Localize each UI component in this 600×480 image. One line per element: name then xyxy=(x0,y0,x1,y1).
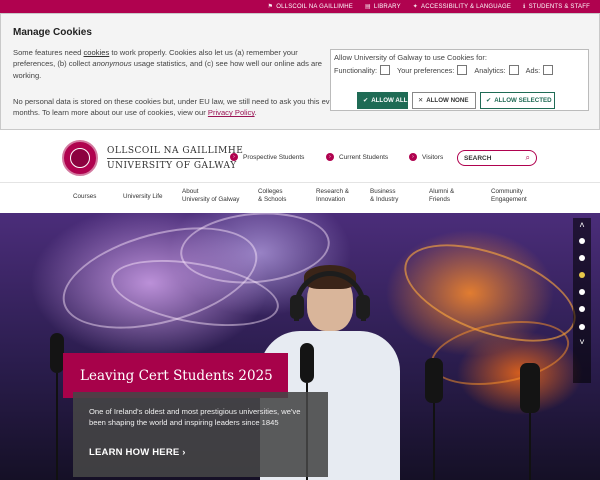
slide-dot[interactable] xyxy=(579,323,585,330)
nav-colleges[interactable]: Colleges & Schools xyxy=(258,188,286,204)
slide-dot[interactable] xyxy=(579,254,585,261)
topbar-link-irish[interactable]: ⚑ OLLSCOIL NA GAILLIMHE xyxy=(267,3,353,11)
logo-wordmark: OLLSCOIL NA GAILLIMHE UNIVERSITY OF GALW… xyxy=(107,145,244,171)
hero-description: One of Ireland's oldest and most prestig… xyxy=(89,407,301,428)
microphone-icon xyxy=(300,343,314,383)
topbar-link-accessibility[interactable]: ✦ ACCESSIBILITY & LANGUAGE xyxy=(412,3,511,11)
cookies-link[interactable]: cookies xyxy=(84,48,110,57)
check-icon: ✔ xyxy=(486,97,492,104)
allow-selected-button[interactable]: ✔ ALLOW SELECTED xyxy=(480,92,555,109)
language-icon: ⚑ xyxy=(267,4,274,10)
search-input[interactable] xyxy=(464,154,519,162)
allow-all-button[interactable]: ✔ ALLOW ALL xyxy=(357,92,408,109)
allow-none-button[interactable]: ✕ ALLOW NONE xyxy=(412,92,476,109)
quick-link-current[interactable]: › Current Students xyxy=(326,153,388,161)
chevron-right-icon: › xyxy=(326,153,334,161)
university-seal-icon xyxy=(62,140,98,176)
quick-link-visitors[interactable]: › Visitors xyxy=(409,153,443,161)
cookie-title: Manage Cookies xyxy=(13,27,92,38)
slide-dot-active[interactable] xyxy=(579,271,585,278)
cookie-buttons: ✔ ALLOW ALL ✕ ALLOW NONE ✔ ALLOW SELECTED xyxy=(357,92,555,109)
nav-research[interactable]: Research & Innovation xyxy=(316,188,349,204)
cookie-options-box: Allow University of Galway to use Cookie… xyxy=(330,49,589,111)
accessibility-icon: ✦ xyxy=(412,4,419,10)
hero-slider-controls: ˄ ˅ xyxy=(573,218,591,383)
nav-community[interactable]: Community Engagement xyxy=(491,188,527,204)
main-nav: Courses University Life About University… xyxy=(0,182,600,212)
chevron-up-icon[interactable]: ˄ xyxy=(579,218,584,232)
analytics-checkbox[interactable] xyxy=(508,65,519,75)
chevron-right-icon: › xyxy=(182,447,186,458)
cookie-privacy-note: No personal data is stored on these cook… xyxy=(13,97,347,118)
chevron-down-icon[interactable]: ˅ xyxy=(579,335,584,349)
cookie-description: Some features need cookies to work prope… xyxy=(13,48,322,80)
slide-dot[interactable] xyxy=(579,306,585,313)
nav-about[interactable]: About University of Galway xyxy=(182,188,239,204)
nav-alumni[interactable]: Alumni & Friends xyxy=(429,188,454,204)
slide-dot[interactable] xyxy=(579,237,585,244)
nav-business[interactable]: Business & Industry xyxy=(370,188,398,204)
microphone-icon xyxy=(50,333,64,373)
nav-university-life[interactable]: University Life xyxy=(123,193,163,201)
chevron-right-icon: › xyxy=(409,153,417,161)
microphone-icon xyxy=(425,358,443,403)
chevron-right-icon: › xyxy=(230,153,238,161)
top-utility-bar: ⚑ OLLSCOIL NA GAILLIMHE ▤ LIBRARY ✦ ACCESSI… xyxy=(0,0,600,13)
privacy-policy-link[interactable]: Privacy Policy xyxy=(208,108,255,117)
learn-how-here-link[interactable]: LEARN HOW HERE › xyxy=(89,447,186,458)
cookie-banner: Manage Cookies Some features need cookie… xyxy=(0,13,600,130)
slide-dot[interactable] xyxy=(579,289,585,296)
search-icon[interactable]: ⌕ xyxy=(526,153,530,163)
ads-checkbox[interactable] xyxy=(543,65,554,75)
functionality-checkbox[interactable] xyxy=(380,65,390,75)
search-box: ⌕ xyxy=(457,150,537,166)
hero-title: Leaving Cert Students 2025 xyxy=(80,367,273,384)
cookie-options-title: Allow University of Galway to use Cookie… xyxy=(334,53,487,62)
preferences-checkbox[interactable] xyxy=(457,65,468,75)
microphone-icon xyxy=(520,363,540,413)
info-icon: ℹ xyxy=(523,4,526,10)
cookie-options-row: Functionality: Your preferences: Analyti… xyxy=(334,65,554,75)
quick-link-prospective[interactable]: › Prospective Students xyxy=(230,153,304,161)
topbar-link-students-staff[interactable]: ℹ STUDENTS & STAFF xyxy=(523,3,590,11)
hero-cta-panel: One of Ireland's oldest and most prestig… xyxy=(73,392,328,477)
close-icon: ✕ xyxy=(418,97,424,104)
check-icon: ✔ xyxy=(363,97,369,104)
book-icon: ▤ xyxy=(364,4,371,10)
topbar-link-library[interactable]: ▤ LIBRARY xyxy=(364,3,401,11)
nav-courses[interactable]: Courses xyxy=(73,193,96,201)
university-logo[interactable]: OLLSCOIL NA GAILLIMHE UNIVERSITY OF GALW… xyxy=(62,140,243,176)
